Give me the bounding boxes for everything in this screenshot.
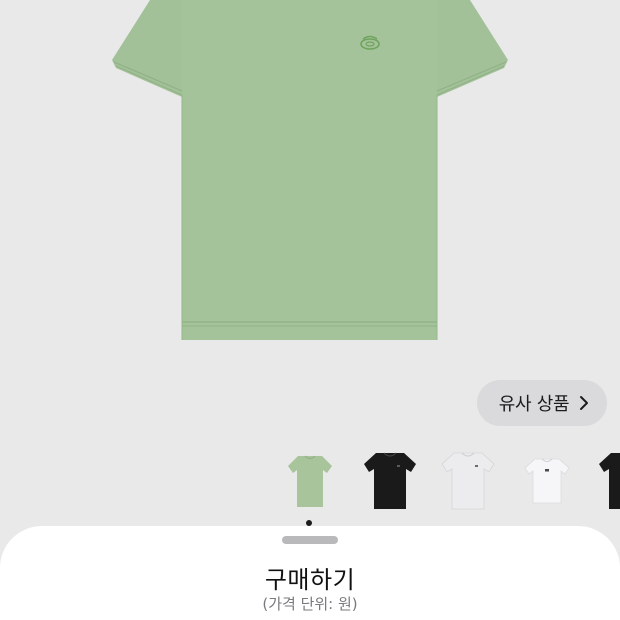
thumbnail-black-tshirt[interactable]	[355, 446, 425, 516]
tshirt-right-sleeve	[437, 0, 508, 97]
thumbnail-white-tshirt[interactable]	[433, 446, 503, 516]
thumbnail-row	[0, 440, 620, 520]
price-unit-note: (가격 단위: 원)	[262, 595, 358, 613]
tshirt-left-sleeve	[112, 0, 182, 97]
thumbnail-black-tshirt-2[interactable]	[590, 446, 620, 516]
sheet-title: 구매하기	[264, 566, 356, 594]
screen: 유사 상품 구매하기 (가격 단위: 원)	[0, 0, 620, 620]
tshirt-body	[150, 0, 470, 340]
thumbnail-green-tshirt[interactable]	[275, 446, 345, 516]
thumbnail-white-tshirt-2[interactable]	[512, 446, 582, 516]
sheet-drag-handle[interactable]	[282, 536, 338, 544]
product-image[interactable]	[0, 0, 620, 360]
purchase-bottom-sheet[interactable]: 구매하기 (가격 단위: 원)	[0, 526, 620, 620]
chevron-right-icon	[579, 395, 589, 411]
similar-products-button[interactable]: 유사 상품	[477, 380, 607, 426]
similar-products-label: 유사 상품	[498, 394, 570, 415]
